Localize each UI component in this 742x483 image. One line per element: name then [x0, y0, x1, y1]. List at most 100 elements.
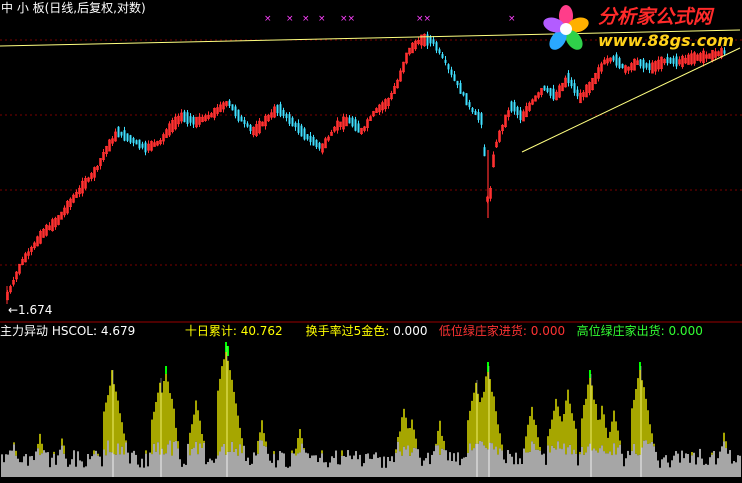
candle-down — [513, 102, 516, 112]
candle-down — [192, 116, 195, 125]
candle-down — [549, 88, 552, 96]
candle-down — [351, 117, 354, 127]
indicator-header: 主力异动 HSCOL: 4.679 十日累计: 40.762 换手率过5金色: … — [0, 324, 703, 338]
candle-down — [126, 133, 129, 141]
candle-down — [456, 80, 459, 86]
site-logo[interactable]: 分析家公式网 www.88gs.com — [540, 2, 740, 56]
ten-day-sum-label: 十日累计: — [184, 324, 237, 338]
candle-down — [288, 114, 291, 124]
candle-down — [543, 85, 546, 91]
candle-down — [309, 135, 312, 143]
candle-down — [468, 102, 471, 108]
low-green-buy-value: 0.000 — [530, 324, 566, 338]
candle-down — [648, 63, 651, 71]
high-green-sell-label: 高位绿庄家出货: — [576, 324, 665, 338]
turnover-gold-label: 换手率过5金色: — [305, 324, 390, 338]
candle-down — [570, 79, 573, 87]
candle-down — [639, 59, 642, 67]
high-green-sell-value: 0.000 — [668, 324, 703, 338]
candle-down — [447, 64, 450, 70]
chart-window[interactable]: × × × × ×× ×× × 中 小 板(日线,后复权,对数) ←1.674 主力异动 H… — [0, 0, 742, 479]
candle-down — [117, 126, 120, 138]
candle-down — [615, 54, 618, 66]
signal-marker: × — [508, 14, 516, 24]
candle-down — [438, 49, 441, 54]
candle-down — [357, 123, 360, 133]
candle-down — [576, 89, 579, 97]
candle-down — [516, 106, 519, 116]
candle-down — [312, 136, 315, 146]
signal-marker: × — [264, 14, 272, 24]
candle-down — [621, 63, 624, 69]
candle-down — [474, 111, 477, 115]
candle-down — [510, 101, 513, 112]
candle-down — [306, 134, 309, 140]
candle-down — [642, 59, 645, 69]
candle-down — [612, 56, 615, 61]
candle-down — [294, 122, 297, 128]
candle-down — [480, 113, 483, 125]
candle-down — [300, 125, 303, 137]
candle-down — [462, 92, 465, 96]
candle-down — [459, 82, 462, 94]
candle-down — [435, 42, 438, 51]
candle-down — [228, 100, 231, 106]
signal-marker: ×× — [416, 14, 431, 24]
candle-down — [546, 88, 549, 92]
candle-down — [129, 135, 132, 143]
signal-marker: ×× — [340, 14, 355, 24]
candle-down — [120, 131, 123, 136]
candle-down — [432, 39, 435, 44]
chart-title: 中 小 板(日线,后复权,对数) — [1, 1, 146, 15]
candle-down — [477, 111, 480, 121]
candle-down — [303, 128, 306, 140]
candle-down — [237, 109, 240, 121]
candle-down — [441, 54, 444, 58]
candle-down — [276, 104, 279, 114]
low-price-label: ←1.674 — [8, 303, 53, 317]
candle-down — [186, 112, 189, 125]
ten-day-sum-value: 40.762 — [240, 324, 283, 338]
hscol-value: 4.679 — [100, 324, 136, 338]
candle-down — [453, 74, 456, 81]
candle-down — [291, 117, 294, 127]
candle-down — [672, 58, 675, 64]
candle-down — [189, 116, 192, 123]
candle-down — [315, 139, 318, 148]
candle-down — [429, 36, 432, 44]
signal-marker: × — [318, 14, 326, 24]
candle-down — [552, 88, 555, 100]
candle-down — [123, 130, 126, 141]
candle-down — [285, 113, 288, 119]
candle-down — [279, 104, 282, 116]
candle-down — [426, 34, 429, 46]
turnover-gold-value: 0.000 — [393, 324, 428, 338]
hscol-label: HSCOL: — [51, 324, 98, 338]
candle-down — [465, 93, 468, 106]
candle-down — [318, 142, 321, 149]
candle-down — [348, 117, 351, 124]
candle-down — [618, 58, 621, 68]
candle-down — [282, 109, 285, 117]
candle-down — [231, 104, 234, 111]
candle-down — [645, 63, 648, 68]
candle-down — [141, 143, 144, 148]
candle-down — [519, 110, 522, 121]
candle-down — [249, 124, 252, 132]
low-green-buy-label: 低位绿庄家进货: — [438, 324, 527, 338]
candle-down — [354, 119, 357, 131]
chart-canvas[interactable]: × × × × ×× ×× × — [0, 0, 742, 479]
flower-logo-icon — [543, 5, 589, 50]
candle-down — [183, 111, 186, 123]
candle-down — [240, 116, 243, 122]
signal-marker: × — [302, 14, 310, 24]
candle-down — [450, 69, 453, 75]
candle-down — [132, 138, 135, 144]
candle-down — [297, 123, 300, 133]
candle-down — [666, 57, 669, 64]
candle-down — [234, 106, 237, 117]
candle-down — [135, 140, 138, 145]
candle-down — [567, 72, 570, 84]
candle-down — [669, 57, 672, 64]
candle-down — [483, 147, 486, 157]
